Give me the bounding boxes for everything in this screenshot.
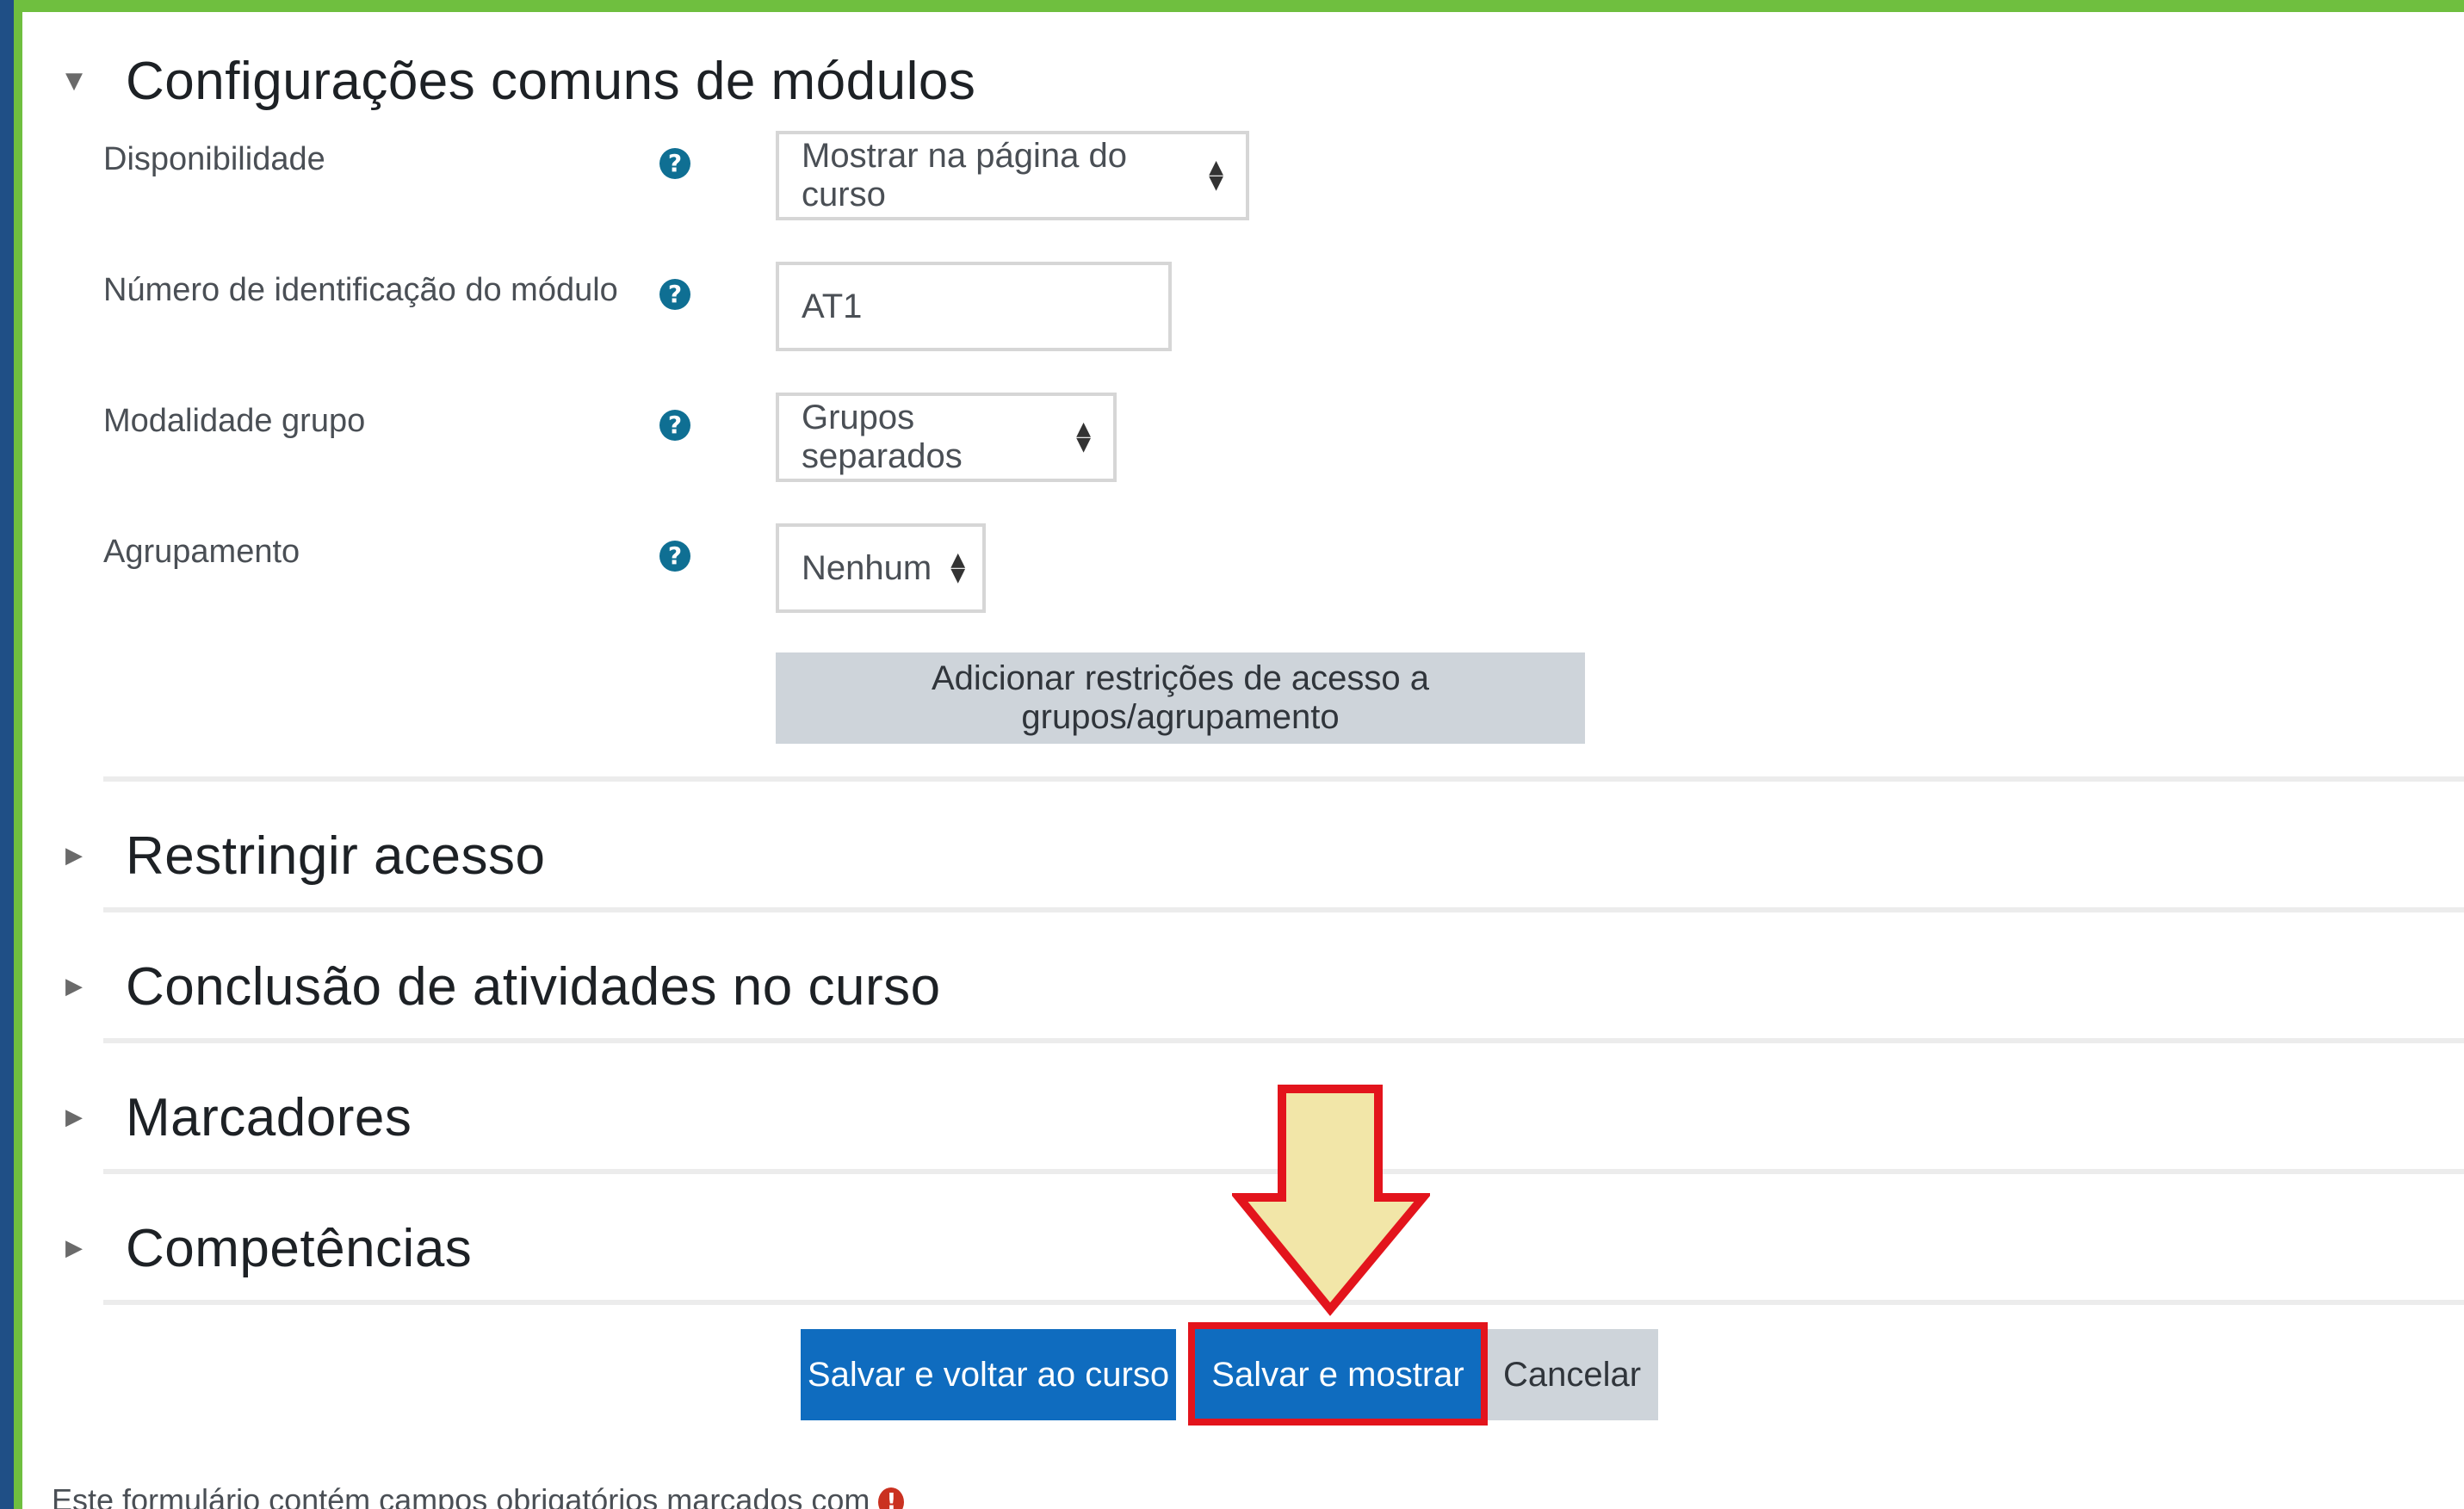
save-and-display-button[interactable]: Salvar e mostrar: [1195, 1329, 1481, 1420]
required-fields-text: Este formulário contém campos obrigatóri…: [52, 1482, 870, 1509]
module-settings-form: ▼ Configurações comuns de módulos Dispon…: [22, 12, 2464, 1509]
section-divider: [103, 776, 2464, 782]
help-icon[interactable]: ?: [659, 279, 690, 310]
grouping-value: Nenhum: [802, 548, 932, 587]
caret-right-icon: ▶: [65, 974, 83, 999]
group-mode-value: Grupos separados: [802, 399, 963, 475]
help-icon[interactable]: ?: [659, 148, 690, 179]
down-arrow-icon: [1232, 1085, 1430, 1316]
section-title-module-settings: Configurações comuns de módulos: [126, 51, 976, 111]
section-toggle-activity-completion[interactable]: ▶ Conclusão de atividades no curso: [57, 935, 2464, 1038]
section-divider: [103, 1038, 2464, 1043]
grouping-select[interactable]: Nenhum ▲ ▼: [776, 523, 986, 613]
id-number-value: AT1: [802, 287, 863, 325]
section-title-restrict-access: Restringir acesso: [126, 826, 546, 886]
section-title-tags: Marcadores: [126, 1087, 412, 1147]
help-icon[interactable]: ?: [659, 541, 690, 572]
select-arrows-icon: ▲ ▼: [1076, 418, 1091, 455]
availability-label: Disponibilidade: [103, 141, 325, 177]
caret-right-icon: ▶: [65, 1235, 83, 1261]
section-toggle-restrict-access[interactable]: ▶ Restringir acesso: [57, 804, 2464, 907]
caret-right-icon: ▶: [65, 843, 83, 869]
help-icon[interactable]: ?: [659, 410, 690, 441]
exclamation-circle-icon: !: [878, 1487, 905, 1509]
group-mode-label: Modalidade grupo: [103, 403, 366, 439]
id-number-input[interactable]: AT1: [776, 262, 1172, 351]
availability-value: Mostrar na página do curso: [802, 137, 1128, 213]
group-mode-select[interactable]: Grupos separados ▲ ▼: [776, 393, 1117, 482]
required-fields-note: Este formulário contém campos obrigatóri…: [52, 1482, 905, 1509]
grouping-label: Agrupamento: [103, 534, 300, 570]
save-and-return-button[interactable]: Salvar e voltar ao curso: [801, 1329, 1176, 1420]
section-title-activity-completion: Conclusão de atividades no curso: [126, 956, 941, 1017]
caret-right-icon: ▶: [65, 1104, 83, 1130]
add-group-restrictions-button[interactable]: Adicionar restrições de acesso a grupos/…: [776, 652, 1585, 744]
caret-down-icon: ▼: [65, 68, 83, 94]
cancel-button[interactable]: Cancelar: [1486, 1329, 1658, 1420]
section-title-competencies: Competências: [126, 1218, 473, 1278]
select-arrows-icon: ▲ ▼: [1209, 157, 1223, 194]
section-toggle-module-settings[interactable]: ▼ Configurações comuns de módulos: [57, 29, 2464, 133]
select-arrows-icon: ▲ ▼: [950, 549, 966, 586]
id-number-label: Número de identificação do módulo: [103, 272, 618, 308]
availability-select[interactable]: Mostrar na página do curso ▲ ▼: [776, 131, 1249, 220]
section-divider: [103, 907, 2464, 912]
